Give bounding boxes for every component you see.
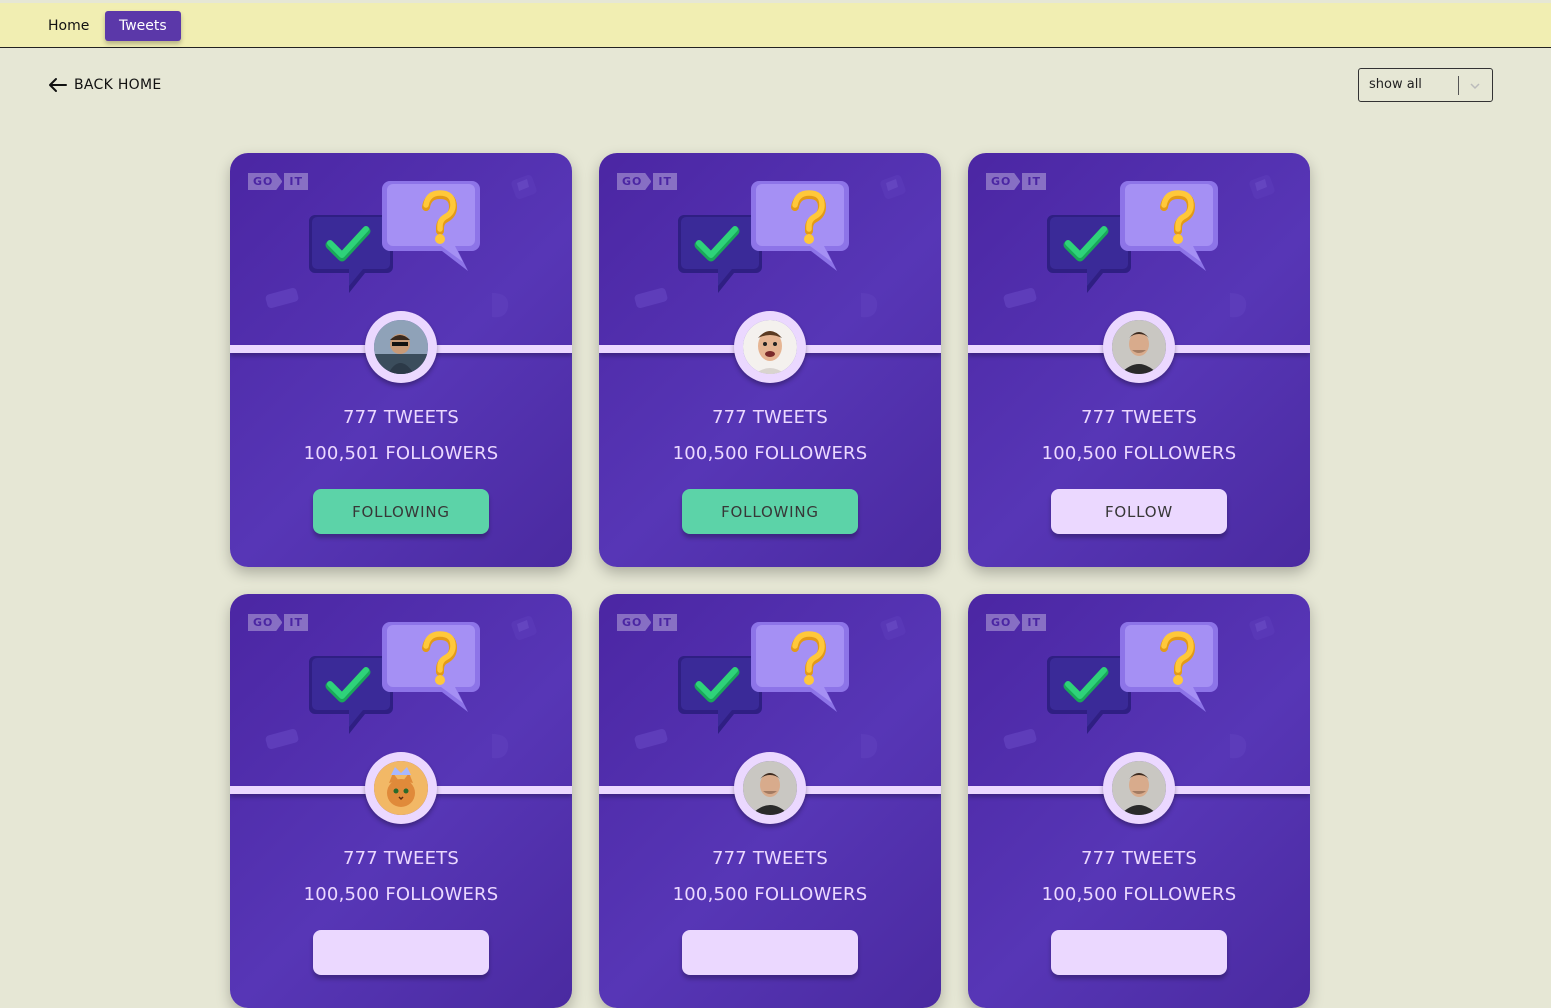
tweets-count: 777 TWEETS [711,407,829,428]
user-card: GO IT 777 TWEETS 100,500 FOLLOWERS FOLLO… [599,153,941,567]
avatar [1112,320,1166,374]
logo-go: GO [248,173,283,190]
goit-logo: GO IT [617,614,677,631]
follow-button[interactable] [1051,930,1227,975]
avatar [743,320,797,374]
followers-count: 100,500 FOLLOWERS [1041,443,1237,464]
logo-go: GO [617,173,652,190]
goit-logo: GO IT [986,173,1046,190]
logo-it: IT [1022,173,1046,190]
followers-count: 100,500 FOLLOWERS [672,884,868,905]
user-card: GO IT 777 TWEETS 100,501 FOLLOWERS FOLLO… [230,153,572,567]
logo-go: GO [986,614,1021,631]
tweets-count: 777 TWEETS [342,848,460,869]
back-home-link[interactable]: BACK HOME [48,73,162,97]
tweets-count: 777 TWEETS [1080,848,1198,869]
top-nav-bar: Home Tweets [0,3,1551,48]
follow-button[interactable] [313,930,489,975]
tweets-count: 777 TWEETS [342,407,460,428]
tweets-count: 777 TWEETS [711,848,829,869]
follow-button[interactable]: FOLLOW [1051,489,1227,534]
logo-it: IT [653,173,677,190]
nav-tweets-link[interactable]: Tweets [105,11,181,41]
avatar [1112,761,1166,815]
logo-go: GO [986,173,1021,190]
goit-logo: GO IT [248,614,308,631]
logo-it: IT [284,173,308,190]
avatar [743,761,797,815]
filter-select[interactable]: show all [1358,68,1493,102]
logo-it: IT [1022,614,1046,631]
avatar [374,320,428,374]
user-card: GO IT 777 TWEETS 100,500 FOLLOWERS [599,594,941,1008]
avatar [374,761,428,815]
goit-logo: GO IT [617,173,677,190]
logo-it: IT [653,614,677,631]
filter-select-value: show all [1369,77,1422,92]
goit-logo: GO IT [248,173,308,190]
followers-count: 100,500 FOLLOWERS [1041,884,1237,905]
logo-it: IT [284,614,308,631]
followers-count: 100,501 FOLLOWERS [303,443,499,464]
following-button[interactable]: FOLLOWING [313,489,489,534]
user-card: GO IT 777 TWEETS 100,500 FOLLOWERS FOLLO… [968,153,1310,567]
tweets-count: 777 TWEETS [1080,407,1198,428]
user-card: GO IT 777 TWEETS 100,500 FOLLOWERS [230,594,572,1008]
logo-go: GO [617,614,652,631]
chevron-down-icon[interactable] [1467,78,1483,94]
user-card: GO IT 777 TWEETS 100,500 FOLLOWERS [968,594,1310,1008]
arrow-left-icon [49,78,67,92]
goit-logo: GO IT [986,614,1046,631]
back-home-label: BACK HOME [74,77,162,93]
followers-count: 100,500 FOLLOWERS [303,884,499,905]
nav-home-link[interactable]: Home [34,11,103,41]
select-separator [1458,76,1459,95]
follow-button[interactable] [682,930,858,975]
logo-go: GO [248,614,283,631]
followers-count: 100,500 FOLLOWERS [672,443,868,464]
following-button[interactable]: FOLLOWING [682,489,858,534]
